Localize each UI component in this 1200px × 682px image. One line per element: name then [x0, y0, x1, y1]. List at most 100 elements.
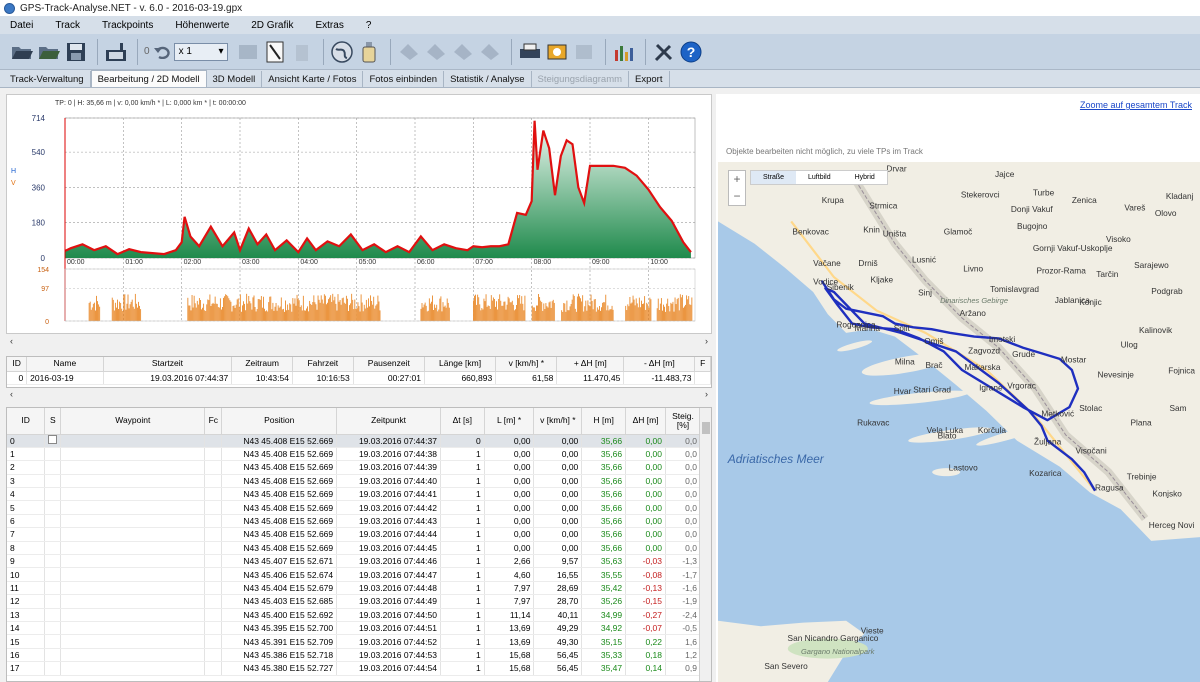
scroll-thumb[interactable] [702, 422, 710, 434]
trackpoint-row[interactable]: 3 N43 45.408 E15 52.669 19.03.2016 07:44:4… [7, 474, 701, 489]
menu-trackpoints[interactable]: Trackpoints [91, 20, 164, 31]
help-icon[interactable]: ? [679, 40, 703, 64]
trackpoint-col-header[interactable]: v [km/h] * [533, 408, 583, 435]
track-col-header[interactable]: Name [26, 357, 104, 372]
track-col-header[interactable]: F [694, 357, 711, 372]
scroll-right-icon[interactable]: › [705, 336, 708, 346]
map-tag-icon-1[interactable] [397, 40, 421, 64]
track-row[interactable]: 0 2016-03-19 19.03.2016 07:44:37 10:43:54 10… [7, 371, 711, 385]
chart-horizontal-scrollbar[interactable]: ‹ › [6, 334, 712, 348]
zoom-select[interactable]: x 1 ▾ [173, 42, 228, 61]
trackpoint-col-header[interactable]: S [44, 408, 62, 435]
track-table-scrollbar[interactable]: ‹ › [6, 388, 712, 400]
edit-page-icon[interactable] [263, 40, 287, 64]
trackpoint-col-header[interactable]: Waypoint [60, 408, 206, 435]
trackpoint-row[interactable]: 12 N43 45.403 E15 52.685 19.03.2016 07:44:… [7, 594, 701, 609]
trackpoint-col-header[interactable]: ΔH [m] [625, 408, 666, 435]
menu-help[interactable]: ? [355, 20, 383, 31]
track-table[interactable]: ID Name Startzeit Zeitraum Fahrzeit Pausenzei… [6, 356, 712, 388]
map-view[interactable]: + − Straße Luftbild Hybrid Drvar Jajce Kru… [718, 162, 1200, 682]
zoom-out-icon[interactable]: − [729, 188, 745, 205]
map-mode-switch[interactable]: Straße Luftbild Hybrid [750, 170, 888, 185]
trackpoint-row[interactable]: 16 N43 45.386 E15 52.718 19.03.2016 07:44:… [7, 648, 701, 663]
trackpoint-col-header[interactable]: L [m] * [484, 408, 535, 435]
printer-icon[interactable] [518, 40, 542, 64]
menu-hoehenwerte[interactable]: Höhenwerte [164, 20, 240, 31]
menu-extras[interactable]: Extras [304, 20, 354, 31]
tab-statistik-analyse[interactable]: Statistik / Analyse [444, 71, 532, 87]
menu-track[interactable]: Track [44, 20, 91, 31]
trackpoint-col-header[interactable]: Steig. [%] [665, 408, 701, 435]
trackpoint-col-header[interactable]: Δt [s] [440, 408, 485, 435]
track-col-header[interactable]: Pausenzeit [353, 357, 425, 372]
trackpoint-row[interactable]: 8 N43 45.408 E15 52.669 19.03.2016 07:44:4… [7, 541, 701, 556]
menu-2d-grafik[interactable]: 2D Grafik [240, 20, 304, 31]
track-col-header[interactable]: ID [7, 357, 28, 372]
open-folder-green-icon[interactable] [37, 40, 61, 64]
trackpoint-row[interactable]: 4 N43 45.408 E15 52.669 19.03.2016 07:44:4… [7, 487, 701, 502]
trackpoint-row[interactable]: 1 N43 45.408 E15 52.669 19.03.2016 07:44:3… [7, 447, 701, 462]
picture-stack-icon[interactable] [572, 40, 596, 64]
track-col-header[interactable]: Startzeit [103, 357, 233, 372]
track-col-header[interactable]: Fahrzeit [292, 357, 354, 372]
gps-device-icon[interactable] [104, 40, 128, 64]
map-mode-hybrid[interactable]: Hybrid [843, 171, 887, 184]
scroll-right-icon[interactable]: › [705, 389, 708, 399]
scroll-left-icon[interactable]: ‹ [10, 336, 13, 346]
tab-3d-modell[interactable]: 3D Modell [207, 71, 263, 87]
trackpoint-table[interactable]: ID S Waypoint Fc Position Zeitpunkt Δt [s] L [m… [6, 407, 712, 682]
trackpoint-row[interactable]: 10 N43 45.406 E15 52.674 19.03.2016 07:44:… [7, 567, 701, 582]
trash-icon[interactable] [290, 40, 314, 64]
map-canvas[interactable]: Drvar Jajce Krupa Strmica Stekerovci Turbe Zen… [718, 162, 1200, 682]
zoom-in-icon[interactable]: + [729, 171, 745, 188]
trackpoint-row[interactable]: 9 N43 45.407 E15 52.671 19.03.2016 07:44:4… [7, 554, 701, 569]
map-tag-icon-3[interactable] [451, 40, 475, 64]
trackpoint-col-header[interactable]: H [m] [581, 408, 627, 435]
tab-track-verwaltung[interactable]: Track-Verwaltung [4, 71, 91, 87]
trackpoint-row[interactable]: 6 N43 45.408 E15 52.669 19.03.2016 07:44:4… [7, 514, 701, 529]
trackpoint-row[interactable]: 5 N43 45.408 E15 52.669 19.03.2016 07:44:4… [7, 500, 701, 515]
profile-chart[interactable]: 714 540 360 180 0 00:00 01:00 02:00 03:00 04:00 05… [7, 95, 713, 335]
globe-icon[interactable] [330, 40, 354, 64]
track-col-header[interactable]: Zeitraum [231, 357, 293, 372]
trackpoint-row[interactable]: 7 N43 45.408 E15 52.669 19.03.2016 07:44:4… [7, 527, 701, 542]
trackpoint-col-header[interactable]: Zeitpunkt [336, 408, 441, 435]
track-col-header[interactable]: v [km/h] * [495, 357, 558, 372]
select-checkbox[interactable] [48, 435, 58, 445]
tab-fotos-einbinden[interactable]: Fotos einbinden [363, 71, 445, 87]
tab-ansicht-karte-fotos[interactable]: Ansicht Karte / Fotos [262, 71, 364, 87]
trackpoint-row[interactable]: 15 N43 45.391 E15 52.709 19.03.2016 07:44:… [7, 634, 701, 649]
map-zoom-control[interactable]: + − [728, 170, 746, 206]
track-col-header[interactable]: + ΔH [m] [556, 357, 625, 372]
trackpoint-row[interactable]: 0 N43 45.408 E15 52.669 19.03.2016 07:44:3… [7, 434, 701, 448]
trackpoint-col-header[interactable]: Fc [204, 408, 223, 435]
track-col-header[interactable]: Länge [km] [424, 357, 497, 372]
bar-chart-icon[interactable] [612, 40, 636, 64]
bottle-icon[interactable] [357, 40, 381, 64]
tab-export[interactable]: Export [629, 71, 670, 87]
tab-bearbeitung-2d-modell[interactable]: Bearbeitung / 2D Modell [90, 70, 207, 87]
track-col-header[interactable]: - ΔH [m] [623, 357, 696, 372]
trackpoint-row[interactable]: 11 N43 45.404 E15 52.679 19.03.2016 07:44:… [7, 581, 701, 596]
tools-icon[interactable] [652, 40, 676, 64]
trackpoint-col-header[interactable]: ID [7, 408, 46, 435]
map-mode-strasse[interactable]: Straße [751, 171, 797, 184]
menu-datei[interactable]: Datei [0, 20, 44, 31]
trackpoint-row[interactable]: 2 N43 45.408 E15 52.669 19.03.2016 07:44:3… [7, 460, 701, 475]
image-icon[interactable] [236, 40, 260, 64]
profile-chart-panel[interactable]: TP: 0 | H: 35,66 m | v: 0,00 km/h * | L:… [6, 94, 712, 334]
open-folder-icon[interactable] [10, 40, 34, 64]
undo-icon[interactable] [153, 40, 171, 64]
photo-icon[interactable] [545, 40, 569, 64]
zoom-to-track-link[interactable]: Zoome auf gesamtem Track [1080, 100, 1192, 110]
trackpoint-row[interactable]: 13 N43 45.400 E15 52.692 19.03.2016 07:44:… [7, 608, 701, 622]
map-tag-icon-4[interactable] [478, 40, 502, 64]
trackpoint-col-header[interactable]: Position [221, 408, 338, 435]
trackpoint-table-vertical-scrollbar[interactable] [699, 408, 711, 681]
map-tag-icon-2[interactable] [424, 40, 448, 64]
trackpoint-row[interactable]: 17 N43 45.380 E15 52.727 19.03.2016 07:44:… [7, 661, 701, 676]
scroll-left-icon[interactable]: ‹ [10, 389, 13, 399]
trackpoint-row[interactable]: 14 N43 45.395 E15 52.700 19.03.2016 07:44:… [7, 621, 701, 636]
map-mode-luftbild[interactable]: Luftbild [796, 171, 843, 184]
save-icon[interactable] [64, 40, 88, 64]
